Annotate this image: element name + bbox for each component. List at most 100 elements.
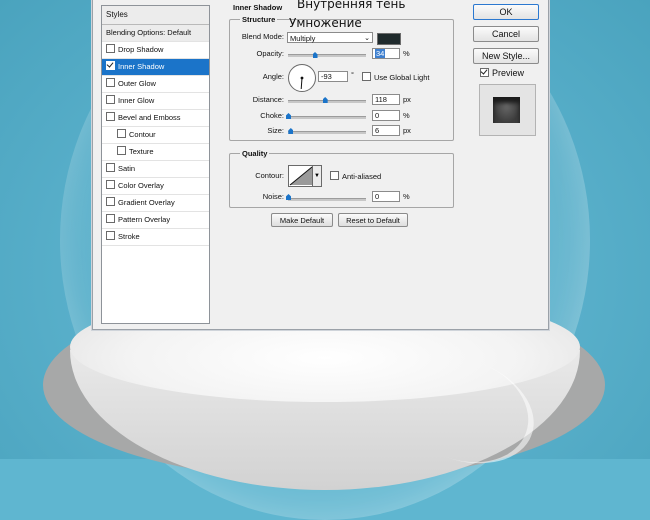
style-item-label: Satin (118, 164, 136, 173)
style-item-label: Pattern Overlay (118, 215, 171, 224)
checkbox-icon[interactable] (106, 112, 115, 121)
style-item-satin[interactable]: Satin (102, 161, 209, 178)
checkbox-icon[interactable] (106, 214, 115, 223)
ok-button[interactable]: OK (473, 4, 539, 20)
choke-slider-track[interactable] (288, 116, 366, 119)
style-item-label: Inner Shadow (118, 62, 165, 71)
new-style-button[interactable]: New Style... (473, 48, 539, 64)
checkbox-icon[interactable] (106, 78, 115, 87)
checkbox-icon[interactable] (106, 180, 115, 189)
style-item-gradient-overlay[interactable]: Gradient Overlay (102, 195, 209, 212)
shadow-color-swatch[interactable] (377, 33, 401, 45)
choke-value: 0 (375, 111, 380, 120)
make-default-button[interactable]: Make Default (271, 213, 333, 227)
style-item-drop-shadow[interactable]: Drop Shadow (102, 42, 209, 59)
style-item-bevel-and-emboss[interactable]: Bevel and Emboss (102, 110, 209, 127)
distance-input[interactable]: 118 (372, 94, 400, 105)
style-item-texture[interactable]: Texture (102, 144, 209, 161)
choke-label: Choke: (260, 111, 284, 120)
style-item-label: Color Overlay (118, 181, 164, 190)
contour-label: Contour: (255, 171, 284, 180)
cancel-button[interactable]: Cancel (473, 26, 539, 42)
opacity-label: Opacity: (256, 49, 284, 58)
annotation-inner-shadow-ru: Внутренняя тень (297, 0, 406, 11)
checkbox-icon[interactable] (106, 163, 115, 172)
styles-header[interactable]: Styles (102, 6, 209, 25)
annotation-multiply-ru: Умножение (289, 16, 362, 30)
angle-input[interactable]: -93 (318, 71, 348, 82)
styles-panel: Styles Blending Options: Default Drop Sha… (101, 5, 210, 324)
noise-value: 0 (375, 192, 380, 201)
style-item-label: Inner Glow (118, 96, 155, 105)
checkbox-checked-icon (480, 68, 489, 77)
style-item-label: Contour (129, 130, 156, 139)
noise-unit: % (403, 192, 410, 201)
blend-mode-value: Multiply (290, 34, 316, 43)
style-item-inner-glow[interactable]: Inner Glow (102, 93, 209, 110)
choke-unit: % (403, 111, 410, 120)
anti-aliased-checkbox[interactable]: Anti-aliased (330, 171, 381, 181)
style-item-label: Blending Options: Default (106, 28, 192, 37)
distance-value: 118 (375, 95, 387, 104)
caret-down-icon: ▼ (314, 173, 320, 179)
opacity-unit: % (403, 49, 410, 58)
contour-picker[interactable] (288, 165, 314, 187)
angle-degree-unit: ° (351, 70, 354, 79)
blend-mode-label: Blend Mode: (241, 32, 284, 41)
style-item-inner-shadow[interactable]: Inner Shadow (102, 59, 209, 76)
noise-label: Noise: (262, 192, 284, 201)
checkbox-icon[interactable] (117, 146, 126, 155)
style-item-label: Bevel and Emboss (118, 113, 181, 122)
distance-unit: px (403, 95, 411, 104)
style-item-label: Drop Shadow (118, 45, 164, 54)
styles-list: Blending Options: Default Drop Shadow Inne… (102, 25, 209, 246)
inner-shadow-title: Inner Shadow (233, 3, 283, 12)
style-item-label: Outer Glow (118, 79, 156, 88)
preview-thumbnail (479, 84, 536, 136)
style-item-blending-options-default[interactable]: Blending Options: Default (102, 25, 209, 42)
opacity-slider-track[interactable] (288, 54, 366, 57)
checkbox-icon[interactable] (106, 231, 115, 240)
blend-mode-select[interactable]: Multiply ⌄ (287, 32, 373, 43)
style-item-label: Stroke (118, 232, 140, 241)
preview-swatch (493, 97, 520, 123)
use-global-light-label: Use Global Light (374, 73, 430, 82)
angle-value: -93 (321, 72, 332, 81)
style-item-stroke[interactable]: Stroke (102, 229, 209, 246)
distance-label: Distance: (252, 95, 284, 104)
size-label: Size: (267, 126, 284, 135)
quality-legend: Quality (240, 149, 270, 158)
opacity-input[interactable]: 34 (372, 48, 400, 59)
size-unit: px (403, 126, 411, 135)
style-item-pattern-overlay[interactable]: Pattern Overlay (102, 212, 209, 229)
structure-legend: Structure (240, 15, 278, 24)
checkbox-icon[interactable] (117, 129, 126, 138)
checkbox-icon[interactable] (106, 95, 115, 104)
checkbox-icon (330, 171, 339, 180)
preview-label: Preview (492, 68, 525, 78)
angle-needle-icon (300, 76, 304, 90)
size-input[interactable]: 6 (372, 125, 400, 136)
size-value: 6 (375, 126, 380, 135)
reset-to-default-button[interactable]: Reset to Default (338, 213, 408, 227)
style-item-label: Gradient Overlay (118, 198, 175, 207)
contour-dropdown[interactable]: ▼ (312, 165, 322, 187)
angle-dial[interactable] (288, 64, 316, 92)
checkbox-icon[interactable] (106, 197, 115, 206)
choke-input[interactable]: 0 (372, 110, 400, 121)
checkbox-icon (362, 72, 371, 81)
angle-label: Angle: (262, 72, 284, 81)
size-slider-track[interactable] (288, 131, 366, 134)
style-item-contour[interactable]: Contour (102, 127, 209, 144)
noise-slider-track[interactable] (288, 198, 366, 201)
chevron-down-icon: ⌄ (364, 35, 370, 42)
style-item-outer-glow[interactable]: Outer Glow (102, 76, 209, 93)
noise-input[interactable]: 0 (372, 191, 400, 202)
use-global-light-checkbox[interactable]: Use Global Light (362, 72, 429, 82)
checkbox-icon[interactable] (106, 44, 115, 53)
style-item-color-overlay[interactable]: Color Overlay (102, 178, 209, 195)
preview-checkbox[interactable]: Preview (480, 68, 524, 78)
contour-curve-icon (289, 166, 313, 186)
checkbox-checked-icon[interactable] (106, 61, 115, 70)
anti-aliased-label: Anti-aliased (342, 172, 382, 181)
